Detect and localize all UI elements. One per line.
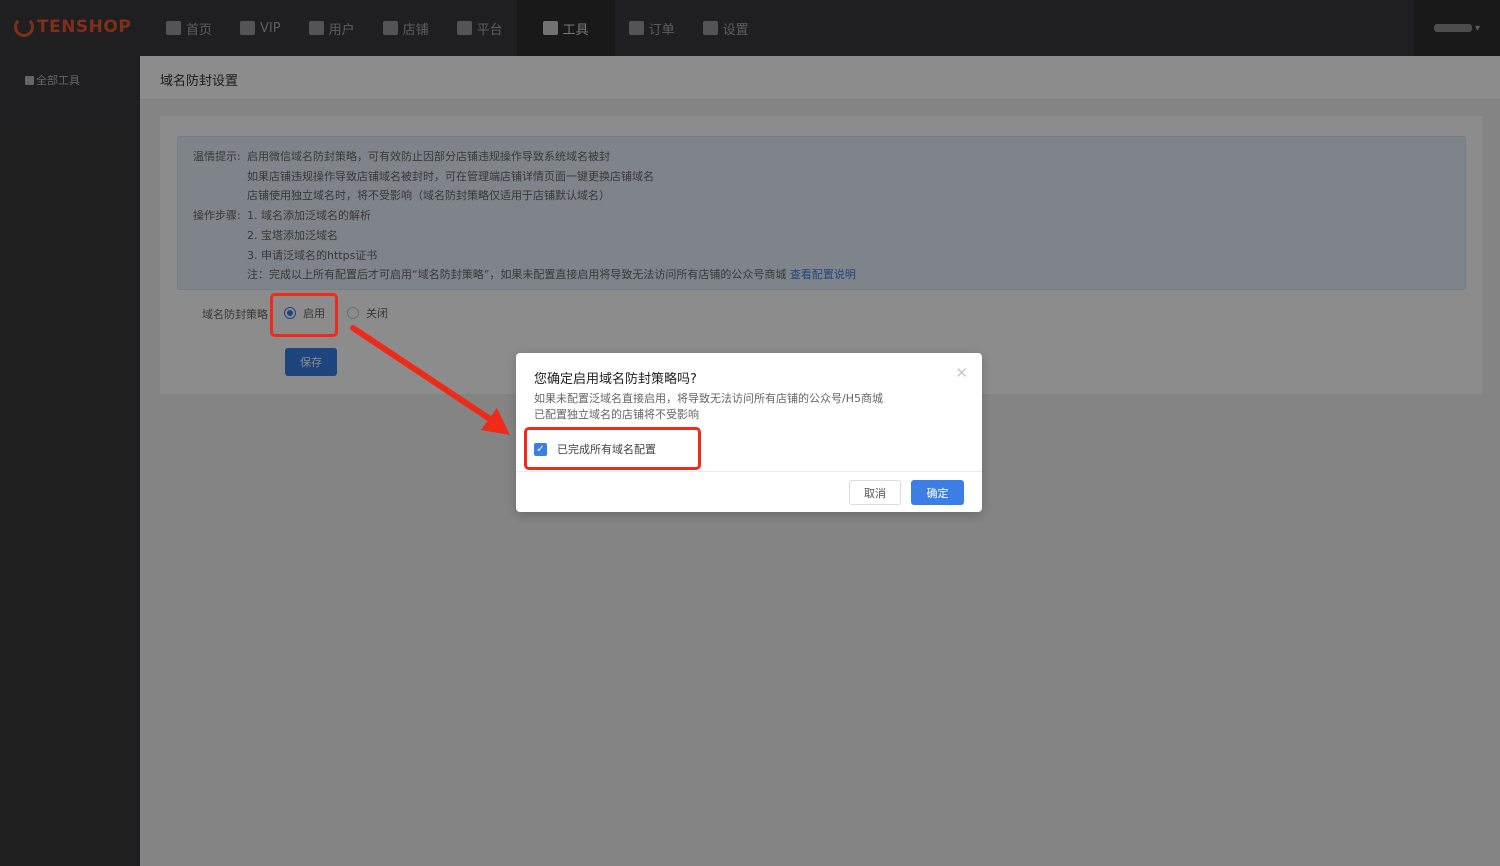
highlight-box-radio (270, 293, 338, 337)
confirm-button[interactable]: 确定 (911, 480, 964, 505)
dialog-message-line: 如果未配置泛域名直接启用，将导致无法访问所有店铺的公众号/H5商城 (534, 392, 883, 405)
dialog-divider (516, 471, 982, 472)
highlight-box-checkbox (524, 427, 701, 470)
dialog-message: 如果未配置泛域名直接启用，将导致无法访问所有店铺的公众号/H5商城 已配置独立域… (534, 391, 883, 423)
dialog-message-line: 已配置独立域名的店铺将不受影响 (534, 408, 699, 421)
dialog-title: 您确定启用域名防封策略吗? (534, 372, 697, 387)
close-icon[interactable]: ✕ (955, 364, 968, 382)
cancel-button[interactable]: 取消 (849, 480, 901, 505)
